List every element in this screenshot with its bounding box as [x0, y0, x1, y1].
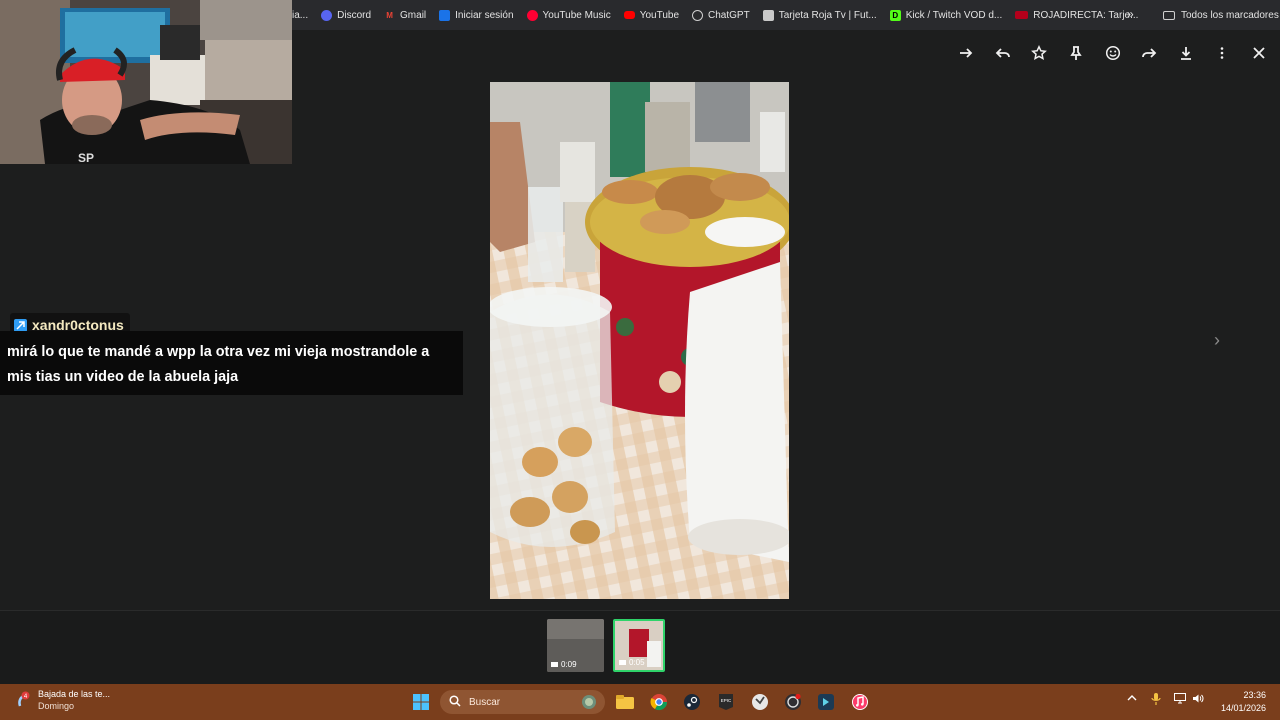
login-icon — [439, 9, 451, 21]
thumbnail-video-2[interactable]: 0:05 — [613, 619, 665, 672]
emoji-icon[interactable] — [1094, 43, 1131, 63]
arrow-right-icon[interactable] — [948, 43, 985, 63]
forward-icon[interactable] — [1131, 43, 1168, 63]
viewer-toolbar — [948, 43, 1277, 63]
bookmarks-overflow-button[interactable]: » — [1127, 7, 1134, 21]
network-icon[interactable] — [1174, 693, 1186, 707]
clock-time: 23:36 — [1243, 690, 1266, 700]
thumbnail-strip: 0:09 0:05 — [0, 610, 1280, 685]
bookmark-youtube-music[interactable]: YouTube Music — [526, 9, 611, 21]
bookmark-tarjeta-roja[interactable]: Tarjeta Roja Tv | Fut... — [762, 9, 877, 21]
svg-text:SP: SP — [78, 151, 94, 164]
weather-icon: 4 — [14, 691, 32, 709]
weather-subtitle: Domingo — [38, 701, 75, 711]
taskbar-clock[interactable]: 23:36 14/01/2026 — [1216, 689, 1266, 715]
bookmark-discord[interactable]: Discord — [321, 9, 371, 21]
tarjeta-roja-icon — [762, 9, 774, 21]
video-camera-icon — [619, 660, 626, 665]
more-vert-icon[interactable] — [1204, 43, 1241, 63]
tray-overflow-icon[interactable] — [1127, 693, 1137, 706]
search-placeholder: Buscar — [469, 696, 501, 708]
microphone-icon[interactable] — [1151, 693, 1161, 708]
itunes-icon[interactable] — [850, 692, 870, 712]
clock-date: 14/01/2026 — [1220, 703, 1266, 713]
discord-icon — [321, 9, 333, 21]
bookmark-rojadirecta[interactable]: ROJADIRECTA: Tarje... — [1015, 10, 1138, 21]
table-photo — [490, 82, 789, 599]
weather-title: Bajada de las te... — [38, 689, 111, 699]
volume-icon[interactable] — [1192, 693, 1204, 707]
bookmark-list: ia... Discord M Gmail Iniciar sesión YouT… — [292, 0, 1151, 30]
weather-widget[interactable]: 4 Bajada de las te... Domingo — [14, 688, 110, 712]
youtube-music-icon — [526, 9, 538, 21]
all-bookmarks-button[interactable]: Todos los marcadores — [1163, 0, 1279, 30]
chatgpt-icon — [692, 9, 704, 21]
gmail-icon: M — [386, 10, 393, 20]
search-highlight-icon — [582, 695, 596, 709]
thumbnail-video-1[interactable]: 0:09 — [547, 619, 604, 672]
next-media-button[interactable]: › — [1214, 330, 1220, 351]
chat-message: mirá lo que te mandé a wpp la otra vez m… — [0, 331, 463, 395]
bookmark-kick-twitch[interactable]: D Kick / Twitch VOD d... — [889, 9, 1002, 21]
video-duration: 0:05 — [619, 658, 645, 667]
user-badge-icon — [14, 318, 27, 332]
pin-icon[interactable] — [1058, 43, 1095, 63]
video-duration: 0:09 — [551, 660, 577, 669]
video-camera-icon — [551, 662, 558, 667]
webcam-overlay: SP — [0, 0, 292, 164]
bookmark-youtube[interactable]: YouTube — [623, 10, 679, 21]
taskbar-search[interactable]: Buscar — [440, 690, 605, 714]
steam-icon[interactable] — [682, 692, 702, 712]
rojadirecta-icon — [1015, 11, 1029, 19]
kick-icon: D — [889, 9, 901, 21]
streamlabs-icon[interactable] — [816, 692, 836, 712]
windows-taskbar: 4 Bajada de las te... Domingo Buscar EPI… — [0, 684, 1280, 720]
bookmark-gmail[interactable]: M Gmail — [384, 10, 426, 21]
media-image — [490, 82, 789, 599]
streamer-webcam: SP — [0, 0, 292, 164]
file-explorer-icon[interactable] — [615, 692, 635, 712]
bookmark-chatgpt[interactable]: ChatGPT — [692, 9, 750, 21]
close-icon[interactable] — [1241, 43, 1278, 63]
search-icon — [449, 694, 461, 710]
obs-icon[interactable] — [783, 692, 803, 712]
svg-text:EPIC: EPIC — [721, 698, 732, 703]
folder-icon — [1163, 10, 1175, 20]
bookmark-item[interactable]: ia... — [292, 10, 308, 21]
windows-start-icon[interactable] — [411, 692, 431, 712]
bookmark-iniciar-sesion[interactable]: Iniciar sesión — [439, 9, 514, 21]
chrome-icon[interactable] — [649, 692, 669, 712]
epic-games-icon[interactable]: EPIC — [716, 692, 736, 712]
reply-icon[interactable] — [985, 43, 1022, 63]
download-icon[interactable] — [1168, 43, 1205, 63]
app-circle-icon[interactable] — [750, 692, 770, 712]
star-icon[interactable] — [1021, 43, 1058, 63]
youtube-icon — [623, 11, 635, 19]
